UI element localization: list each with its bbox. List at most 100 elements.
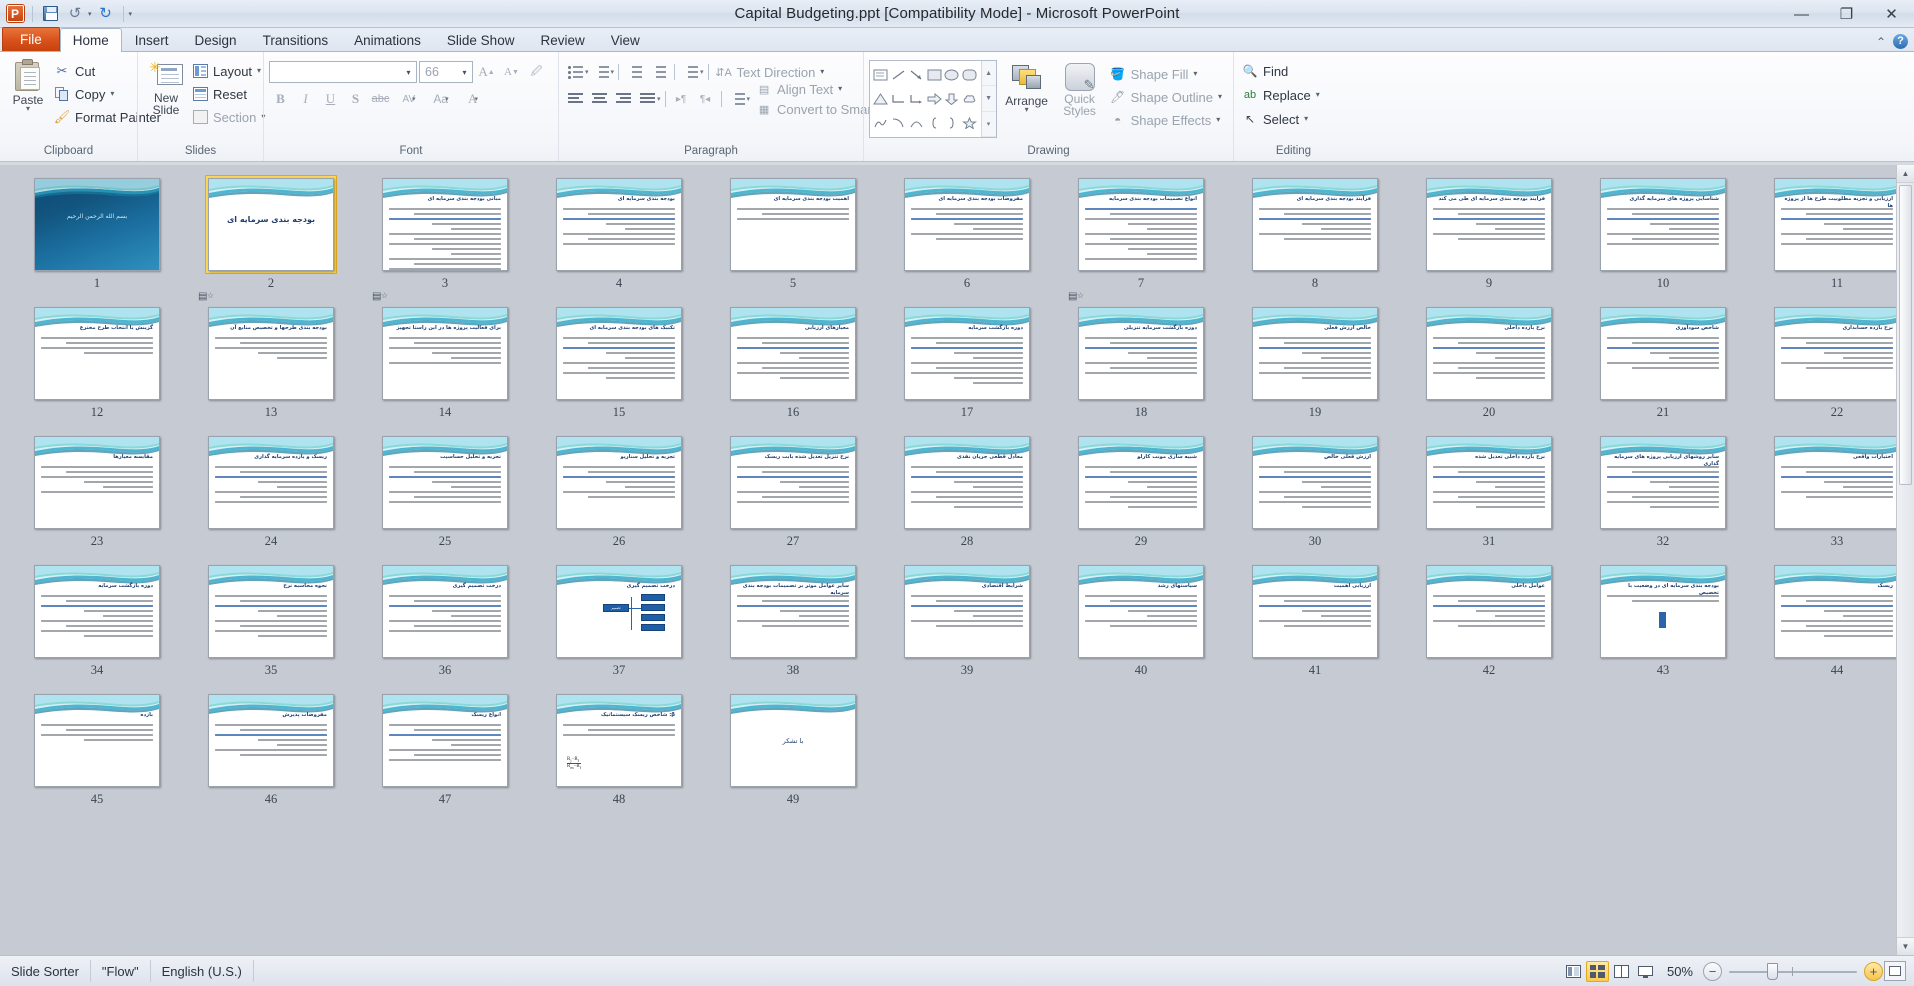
scroll-up-button[interactable]: ▲ xyxy=(1897,165,1914,183)
bullets-caret-icon[interactable]: ▾ xyxy=(585,68,589,76)
align-left-button[interactable] xyxy=(564,88,587,110)
slide-thumbnail-22[interactable]: نرخ بازده حسابداری xyxy=(1771,304,1896,403)
slide-thumbnail-23[interactable]: مقایسه معیارها xyxy=(31,433,163,532)
slide-thumbnail-32[interactable]: سایر روشهای ارزیابی پروژه های سرمایه گذا… xyxy=(1597,433,1729,532)
layout-button[interactable]: Layout ▾ xyxy=(189,60,271,82)
slide-thumbnail-28[interactable]: معادل قطعی جریان نقدی xyxy=(901,433,1033,532)
shape-ellipse-icon[interactable] xyxy=(943,63,961,87)
save-icon[interactable] xyxy=(39,3,61,25)
window-controls[interactable]: — ❐ ✕ xyxy=(1779,0,1914,28)
view-reading-button[interactable] xyxy=(1610,961,1633,982)
slide-thumbnail-21[interactable]: شاخص سودآوری xyxy=(1597,304,1729,403)
align-text-caret-icon[interactable]: ▾ xyxy=(838,85,842,93)
rtl-button[interactable]: ¶◂ xyxy=(694,88,717,110)
slide-thumbnail-8[interactable]: فرآیند بودجه بندی سرمایه ای xyxy=(1249,175,1381,274)
slide-thumbnail-13[interactable]: بودجه بندی طرحها و تخصیص منابع آن xyxy=(205,304,337,403)
slide-thumbnail-45[interactable]: بازده xyxy=(31,691,163,790)
slide-thumbnail-43[interactable]: بودجه بندی سرمایه ای در وضعیت با تخصیص xyxy=(1597,562,1729,661)
slide-thumbnail-29[interactable]: شبیه سازی مونت کارلو xyxy=(1075,433,1207,532)
quick-styles-button[interactable]: Quick Styles xyxy=(1057,60,1103,120)
shape-right-arrow-icon[interactable] xyxy=(925,87,943,111)
select-button[interactable]: ↖ Select ▾ xyxy=(1239,108,1326,130)
slide-thumbnail-20[interactable]: نرخ بازده داخلی xyxy=(1423,304,1555,403)
redo-icon[interactable]: ↻ xyxy=(95,3,117,25)
align-right-button[interactable] xyxy=(612,88,635,110)
slide-thumbnail-17[interactable]: دوره بازگشت سرمایه xyxy=(901,304,1033,403)
slide-thumbnail-9[interactable]: فرایند بودجه بندی سرمایه ای طی می کند xyxy=(1423,175,1555,274)
status-theme-name[interactable]: "Flow" xyxy=(91,960,151,982)
shape-down-arrow-icon[interactable] xyxy=(943,87,961,111)
slide-thumbnail-4[interactable]: بودجه بندی سرمایه ای xyxy=(553,175,685,274)
slide-thumbnail-15[interactable]: تکنیک های بودجه بندی سرمایه ای xyxy=(553,304,685,403)
undo-caret-icon[interactable]: ▾ xyxy=(88,10,92,18)
paste-button[interactable]: Paste ▾ xyxy=(5,57,51,115)
replace-button[interactable]: ab Replace ▾ xyxy=(1239,84,1326,106)
slide-thumbnail-5[interactable]: اهمیت بودجه بندی سرمایه ای xyxy=(727,175,859,274)
animation-badge-icon[interactable]: ▤ xyxy=(198,289,214,303)
slide-thumbnail-25[interactable]: تجزیه و تحلیل حساسیت xyxy=(379,433,511,532)
select-caret-icon[interactable]: ▾ xyxy=(1304,115,1308,123)
undo-icon[interactable]: ↺ xyxy=(64,3,86,25)
slide-thumbnail-6[interactable]: مفروضات بودجه بندی سرمایه ای xyxy=(901,175,1033,274)
shapes-gallery[interactable]: ▲ ▼ ▾ xyxy=(869,60,997,138)
align-center-button[interactable] xyxy=(588,88,611,110)
font-name-caret-icon[interactable]: ▾ xyxy=(401,62,416,82)
shape-rounded-rect-icon[interactable] xyxy=(961,63,979,87)
zoom-slider[interactable] xyxy=(1729,962,1857,981)
slide-thumbnail-41[interactable]: ارزیابی اهمیت xyxy=(1249,562,1381,661)
font-size-combo[interactable]: 66 ▾ xyxy=(419,61,473,83)
shape-effects-caret-icon[interactable]: ▾ xyxy=(1216,116,1220,124)
shape-line-icon[interactable] xyxy=(890,63,908,87)
animation-badge-icon[interactable]: ▤ xyxy=(1068,289,1084,303)
view-slide-sorter-button[interactable] xyxy=(1585,960,1609,982)
scrollbar-thumb[interactable] xyxy=(1899,185,1912,485)
slide-thumbnail-44[interactable]: ریسک xyxy=(1771,562,1896,661)
slide-thumbnail-46[interactable]: مفروضات پذیرش xyxy=(205,691,337,790)
tab-slide-show[interactable]: Slide Show xyxy=(434,28,528,51)
new-slide-button[interactable]: ✳ New Slide xyxy=(143,57,189,119)
paste-caret-icon[interactable]: ▾ xyxy=(26,105,30,113)
slide-thumbnail-36[interactable]: درخت تصمیم گیری xyxy=(379,562,511,661)
layout-caret-icon[interactable]: ▾ xyxy=(257,67,261,75)
slide-thumbnail-11[interactable]: ارزیابی و تجزیه مطلوبیت طرح ها از پروژه … xyxy=(1771,175,1896,274)
reset-button[interactable]: Reset xyxy=(189,83,271,105)
tab-home[interactable]: Home xyxy=(59,28,122,52)
powerpoint-logo-icon[interactable]: P xyxy=(4,3,26,25)
justify-caret-icon[interactable]: ▾ xyxy=(657,95,661,103)
slide-thumbnail-26[interactable]: تجزیه و تحلیل سناریو xyxy=(553,433,685,532)
clear-formatting-button[interactable]: 🖉 xyxy=(525,61,548,83)
restore-button[interactable]: ❐ xyxy=(1824,0,1869,28)
arrange-caret-icon[interactable]: ▾ xyxy=(1025,106,1029,114)
strikethrough-button[interactable]: abc xyxy=(369,88,392,110)
replace-caret-icon[interactable]: ▾ xyxy=(1316,91,1320,99)
change-case-button[interactable]: Aa ▾ xyxy=(426,88,456,110)
slide-thumbnail-7[interactable]: انواع تصمیمات بودجه بندی سرمایه xyxy=(1075,175,1207,274)
slide-thumbnail-19[interactable]: خالص ارزش فعلی xyxy=(1249,304,1381,403)
shrink-font-button[interactable]: A ▼ xyxy=(500,61,523,83)
slide-thumbnail-10[interactable]: شناسایی پروژه های سرمایه گذاری xyxy=(1597,175,1729,274)
slide-thumbnail-1[interactable]: بسم الله الرحمن الرحیم xyxy=(31,175,163,274)
slide-thumbnail-49[interactable]: با تشکر xyxy=(727,691,859,790)
line-spacing-button[interactable] xyxy=(679,61,702,83)
shape-rectangle-icon[interactable] xyxy=(925,63,943,87)
view-slide-show-button[interactable] xyxy=(1634,961,1657,982)
font-color-button[interactable]: A ▾ xyxy=(458,88,488,110)
find-button[interactable]: 🔍 Find xyxy=(1239,60,1326,82)
copy-caret-icon[interactable]: ▾ xyxy=(110,90,114,98)
animation-badge-icon[interactable]: ▤ xyxy=(372,289,388,303)
shape-triangle-icon[interactable] xyxy=(872,87,890,111)
slide-thumbnail-33[interactable]: اختیارات واقعی xyxy=(1771,433,1896,532)
shape-arrow-icon[interactable] xyxy=(908,63,926,87)
slide-thumbnail-35[interactable]: نحوه محاسبه نرخ xyxy=(205,562,337,661)
columns-caret-icon[interactable]: ▾ xyxy=(747,95,751,103)
shape-curve-icon[interactable] xyxy=(890,111,908,135)
slide-thumbnail-39[interactable]: شرایط اقتصادی xyxy=(901,562,1033,661)
slide-thumbnail-18[interactable]: دوره بازگشت سرمایه تنزیلی xyxy=(1075,304,1207,403)
tab-view[interactable]: View xyxy=(598,28,653,51)
grow-font-button[interactable]: A ▲ xyxy=(475,61,498,83)
slide-thumbnail-24[interactable]: ریسک و بازده سرمایه گذاری xyxy=(205,433,337,532)
shape-effects-button[interactable]: ◓ Shape Effects ▾ xyxy=(1107,109,1228,131)
slide-thumbnail-38[interactable]: سایر عوامل موثر بر تصمیمات بودجه بندی سر… xyxy=(727,562,859,661)
help-icon[interactable]: ? xyxy=(1893,34,1908,49)
minimize-button[interactable]: — xyxy=(1779,0,1824,28)
